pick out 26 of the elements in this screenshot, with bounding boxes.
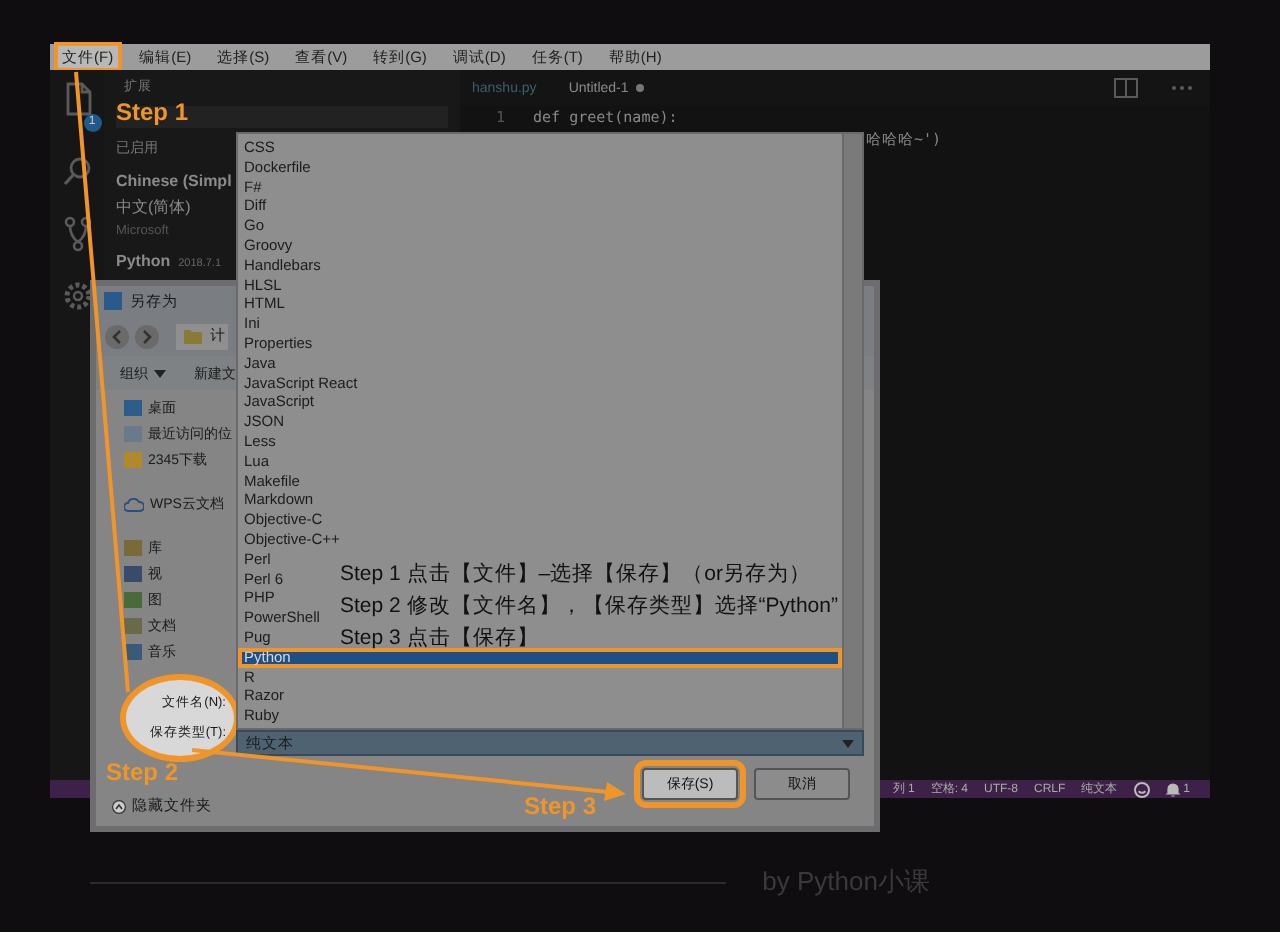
step-label: Step 3: [524, 792, 597, 820]
window-icon: [104, 292, 122, 310]
branch-icon[interactable]: [61, 216, 93, 252]
step-label: Step 2: [106, 758, 179, 786]
instruction-text: Step 2 修改【文件名】，【保存类型】选择“Python”: [340, 592, 838, 620]
gear-icon[interactable]: [61, 280, 93, 312]
smiley-icon[interactable]: [1133, 781, 1150, 797]
instruction-text: Step 3 点击【保存】: [340, 624, 541, 652]
back-icon[interactable]: [104, 323, 130, 349]
step-label: Step 1: [116, 98, 189, 126]
extension-description: 中文(简体): [116, 196, 191, 218]
forward-icon[interactable]: [134, 323, 160, 349]
collapse-icon: [112, 799, 126, 813]
bell-icon[interactable]: [1165, 781, 1180, 797]
extension-name[interactable]: Python: [116, 252, 171, 270]
cloud-icon: [124, 497, 144, 511]
split-editor-icon[interactable]: [1114, 78, 1138, 98]
search-icon[interactable]: [61, 156, 93, 188]
instruction-text: Step 1 点击【文件】–选择【保存】（or另存为）: [340, 560, 813, 588]
scrollbar[interactable]: [842, 134, 862, 728]
files-icon[interactable]: [61, 82, 93, 118]
folder-icon: [184, 328, 202, 344]
caret-icon: [154, 369, 166, 377]
caret-icon: [842, 739, 854, 747]
extension-name[interactable]: Chinese (Simpl: [116, 172, 232, 190]
more-icon[interactable]: [1170, 84, 1194, 92]
